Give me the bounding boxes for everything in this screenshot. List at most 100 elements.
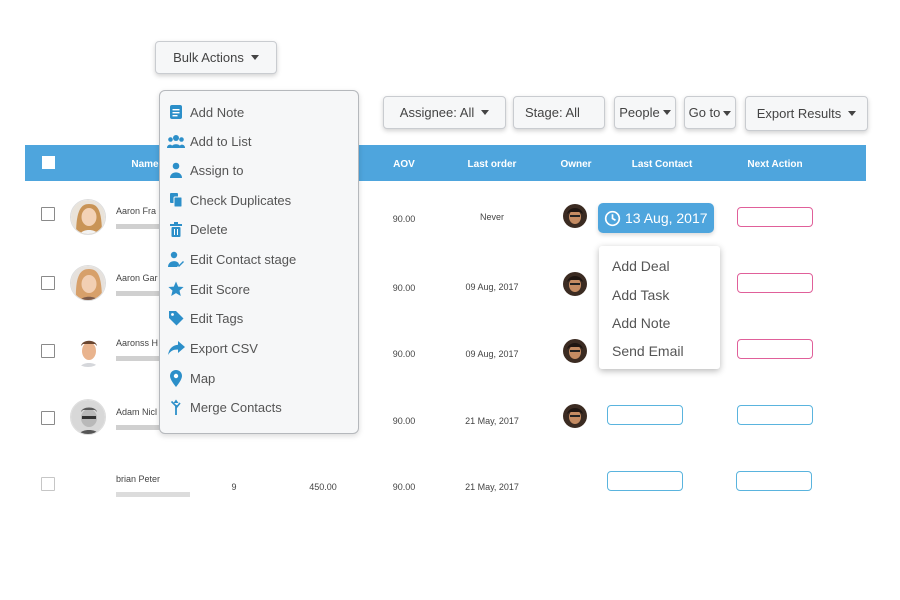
row-value: 450.00 bbox=[309, 482, 337, 492]
menu-item-export-csv[interactable]: Export CSV bbox=[167, 337, 258, 359]
map-pin-icon bbox=[167, 369, 185, 387]
column-header-aov[interactable]: AOV bbox=[384, 145, 424, 181]
column-header-last-contact[interactable]: Last Contact bbox=[622, 145, 702, 181]
people-filter-button[interactable]: People bbox=[614, 96, 676, 129]
contact-name[interactable]: Aaron Fra bbox=[116, 206, 156, 216]
row-checkbox[interactable] bbox=[41, 477, 55, 491]
star-icon bbox=[167, 280, 185, 298]
avatar bbox=[70, 199, 106, 235]
aov-value: 90.00 bbox=[392, 349, 416, 359]
menu-item-label: Edit Contact stage bbox=[190, 251, 297, 267]
share-icon bbox=[167, 339, 185, 357]
column-header-next-action[interactable]: Next Action bbox=[735, 145, 815, 181]
menu-item-label: Merge Contacts bbox=[190, 399, 282, 415]
last-contact-field[interactable] bbox=[607, 471, 683, 491]
bulk-actions-label: Bulk Actions bbox=[173, 50, 244, 65]
user-edit-icon bbox=[167, 250, 185, 268]
menu-item-label: Add to List bbox=[190, 133, 252, 149]
chevron-down-icon bbox=[848, 111, 857, 116]
menu-item-add-task[interactable]: Add Task bbox=[612, 287, 669, 303]
trash-icon bbox=[167, 220, 185, 238]
menu-item-send-email[interactable]: Send Email bbox=[612, 343, 684, 359]
goto-button[interactable]: Go to bbox=[684, 96, 736, 129]
column-header-last-order[interactable]: Last order bbox=[457, 145, 527, 181]
contact-name[interactable]: Aaron Gar bbox=[116, 273, 158, 283]
avatar bbox=[70, 265, 106, 301]
users-icon bbox=[167, 132, 185, 150]
menu-item-label: Map bbox=[190, 370, 216, 386]
menu-item-label: Delete bbox=[190, 221, 228, 237]
last-order-value: 21 May, 2017 bbox=[465, 482, 519, 492]
menu-item-add-to-list[interactable]: Add to List bbox=[167, 130, 251, 152]
menu-item-edit-score[interactable]: Edit Score bbox=[167, 278, 250, 300]
menu-item-merge-contacts[interactable]: Merge Contacts bbox=[167, 396, 282, 418]
menu-item-label: Export CSV bbox=[190, 340, 258, 356]
user-icon bbox=[167, 161, 185, 179]
assignee-filter-button[interactable]: Assignee: All bbox=[383, 96, 506, 129]
owner-avatar bbox=[563, 204, 587, 228]
row-checkbox[interactable] bbox=[41, 411, 55, 425]
menu-item-edit-tags[interactable]: Edit Tags bbox=[167, 307, 243, 329]
stage-filter-label: Stage: All bbox=[525, 105, 580, 120]
contact-name[interactable]: brian Peter bbox=[116, 474, 160, 484]
bulk-actions-menu: Add Note Add to List Assign to Check Dup… bbox=[159, 90, 359, 434]
chevron-down-icon bbox=[481, 110, 490, 115]
avatar bbox=[70, 399, 106, 435]
table-header: Name AOV Last order Owner Last Contact N… bbox=[25, 145, 866, 181]
chevron-down-icon bbox=[662, 110, 671, 115]
row-checkbox[interactable] bbox=[41, 276, 55, 290]
menu-item-add-note[interactable]: Add Note bbox=[612, 315, 670, 331]
menu-item-map[interactable]: Map bbox=[167, 367, 215, 389]
chevron-down-icon bbox=[723, 111, 732, 116]
last-contact-date-badge[interactable]: 13 Aug, 2017 bbox=[598, 203, 714, 233]
contact-name[interactable]: Adam Nicl bbox=[116, 407, 157, 417]
aov-value: 90.00 bbox=[392, 482, 416, 492]
row-value: 9 bbox=[231, 482, 237, 492]
tag-icon bbox=[167, 309, 185, 327]
select-all-checkbox[interactable] bbox=[42, 156, 55, 169]
next-action-field[interactable] bbox=[736, 471, 812, 491]
menu-item-add-deal[interactable]: Add Deal bbox=[612, 258, 670, 274]
goto-label: Go to bbox=[688, 105, 721, 120]
next-action-field[interactable] bbox=[737, 405, 813, 425]
aov-value: 90.00 bbox=[392, 283, 416, 293]
last-contact-field[interactable] bbox=[607, 405, 683, 425]
assignee-filter-label: Assignee: All bbox=[399, 105, 475, 120]
name-progress-bar bbox=[116, 492, 190, 497]
menu-item-add-note[interactable]: Add Note bbox=[167, 101, 244, 123]
export-results-button[interactable]: Export Results bbox=[745, 96, 868, 131]
owner-avatar bbox=[563, 404, 587, 428]
clock-icon bbox=[604, 210, 621, 226]
menu-item-edit-contact-stage[interactable]: Edit Contact stage bbox=[167, 248, 296, 270]
last-order-value: 09 Aug, 2017 bbox=[465, 349, 519, 359]
contact-action-menu: Add Deal Add Task Add Note Send Email bbox=[599, 246, 720, 369]
note-icon bbox=[167, 103, 185, 121]
last-order-value: 09 Aug, 2017 bbox=[465, 282, 519, 292]
chevron-down-icon bbox=[250, 55, 259, 60]
owner-avatar bbox=[563, 339, 587, 363]
aov-value: 90.00 bbox=[392, 416, 416, 426]
owner-avatar bbox=[563, 272, 587, 296]
next-action-field[interactable] bbox=[737, 339, 813, 359]
avatar bbox=[70, 332, 106, 368]
stage-filter-button[interactable]: Stage: All bbox=[513, 96, 605, 129]
menu-item-label: Check Duplicates bbox=[190, 192, 292, 208]
bulk-actions-button[interactable]: Bulk Actions bbox=[155, 41, 277, 74]
column-header-owner[interactable]: Owner bbox=[556, 145, 596, 181]
menu-item-assign-to[interactable]: Assign to bbox=[167, 159, 243, 181]
menu-item-label: Add Note bbox=[190, 104, 245, 120]
menu-item-check-duplicates[interactable]: Check Duplicates bbox=[167, 189, 291, 211]
row-checkbox[interactable] bbox=[41, 207, 55, 221]
merge-icon bbox=[167, 398, 185, 416]
aov-value: 90.00 bbox=[392, 214, 416, 224]
next-action-field[interactable] bbox=[737, 207, 813, 227]
people-filter-label: People bbox=[619, 105, 660, 120]
next-action-field[interactable] bbox=[737, 273, 813, 293]
row-checkbox[interactable] bbox=[41, 344, 55, 358]
menu-item-delete[interactable]: Delete bbox=[167, 218, 228, 240]
last-contact-date: 13 Aug, 2017 bbox=[625, 210, 708, 226]
contact-name[interactable]: Aaronss H bbox=[116, 338, 158, 348]
menu-item-label: Assign to bbox=[190, 162, 244, 178]
last-order-value: Never bbox=[479, 212, 504, 222]
export-results-label: Export Results bbox=[756, 106, 842, 121]
